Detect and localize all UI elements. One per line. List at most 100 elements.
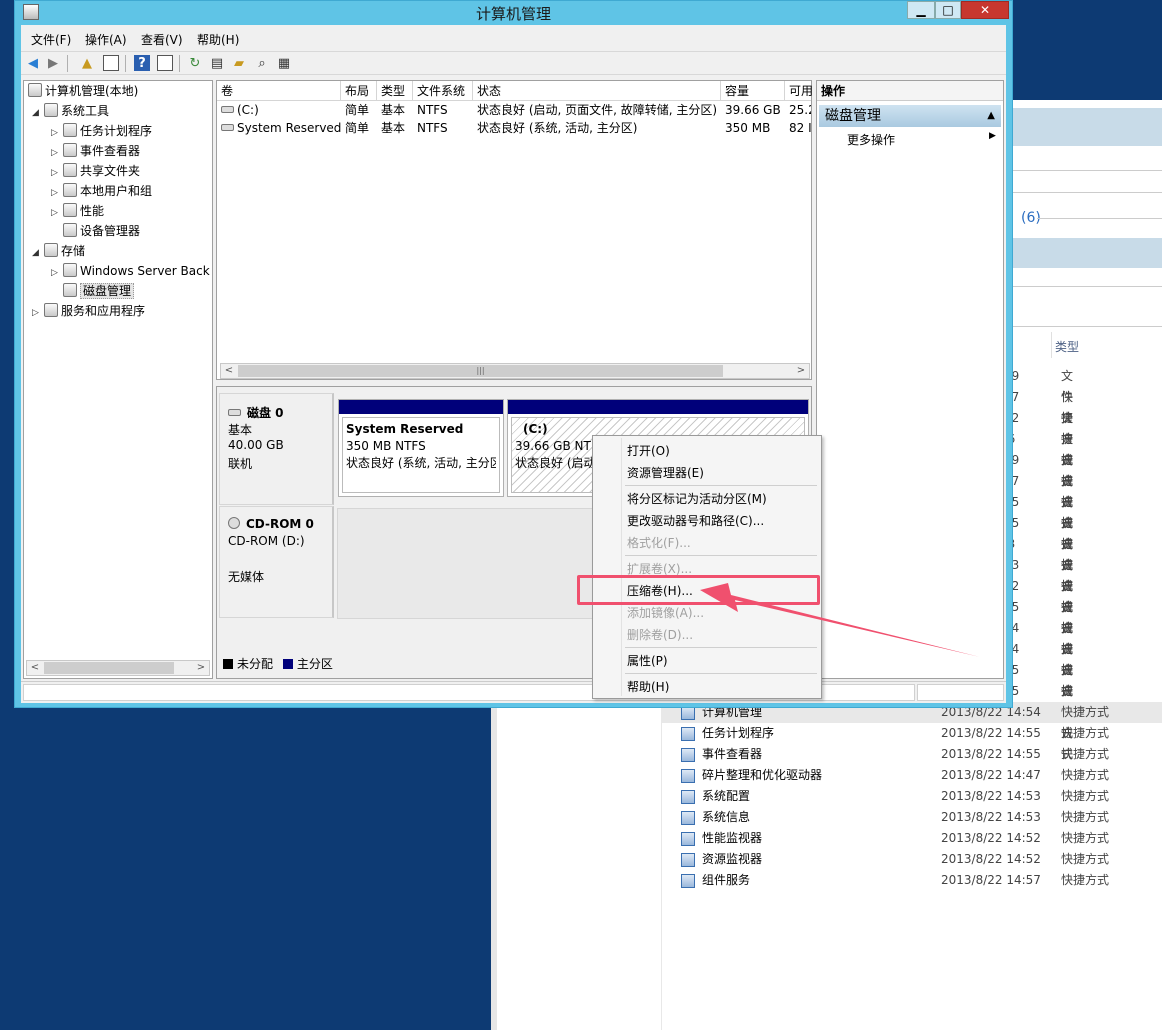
search-icon[interactable]: ⌕ [254,55,270,71]
menu-item-change-drive-letter[interactable]: 更改驱动器号和路径(C)... [627,512,764,529]
menu-file[interactable]: 文件(F) [31,31,71,48]
tree-item-root[interactable]: 计算机管理(本地) [28,81,138,101]
tree-item-local-users[interactable]: ▷ 本地用户和组 [51,181,152,201]
column-header-free[interactable]: 可用 [785,81,813,101]
scroll-left-icon[interactable]: < [27,661,43,675]
collapse-caret-icon[interactable]: ▲ [987,105,995,127]
expand-icon[interactable]: ▷ [51,263,63,283]
menu-item-open[interactable]: 打开(O) [627,442,670,459]
item-type: 快捷方式 [1061,789,1110,803]
list-item[interactable]: 系统信息 2013/8/22 14:53 快捷方式 [662,807,1162,828]
menu-item-explore[interactable]: 资源管理器(E) [627,464,704,481]
window-title: 计算机管理 [475,5,551,23]
tree-item-device-manager[interactable]: 设备管理器 [63,221,140,241]
volume-list-header: 卷 布局 类型 文件系统 状态 容量 可用 [217,81,813,101]
table-row[interactable]: (C:) 简单 基本 NTFS 状态良好 (启动, 页面文件, 故障转储, 主分… [217,101,811,119]
list-item[interactable]: 事件查看器 2013/8/22 14:55 快捷方式 [662,744,1162,765]
partition-system-reserved[interactable]: System Reserved 350 MB NTFS 状态良好 (系统, 活动… [338,399,504,497]
show-hide-tree-icon[interactable] [103,55,119,71]
column-header-type[interactable]: 类型 [1055,338,1079,355]
cdrom-label[interactable]: CD-ROM 0 CD-ROM (D:) 无媒体 [219,506,334,618]
tree-item-disk-management[interactable]: 磁盘管理 [63,281,135,301]
scroll-left-icon[interactable]: < [221,364,237,378]
expand-icon[interactable]: ▷ [51,203,63,223]
expand-icon[interactable]: ▷ [51,143,63,163]
column-header-volume[interactable]: 卷 [217,81,341,101]
menu-item-help[interactable]: 帮助(H) [627,678,669,695]
navigation-tree: 计算机管理(本地) ◢ 系统工具 ▷ 任务计划程序 ▷ 事件查看器 ▷ 共享文件夹 ▷ 本… [23,80,213,679]
item-type: 快捷方式 [1061,768,1110,782]
partition-name: System Reserved [346,422,464,436]
menu-help[interactable]: 帮助(H) [197,31,239,48]
open-folder-icon[interactable]: ▰ [231,55,247,71]
menu-item-mark-active[interactable]: 将分区标记为活动分区(M) [627,490,767,507]
help-icon[interactable]: ? [134,55,150,71]
refresh-icon[interactable]: ↻ [187,55,203,71]
bg-header-band [1013,238,1162,268]
collapse-icon[interactable]: ◢ [32,103,44,123]
tree-item-storage[interactable]: ◢ 存储 [32,241,85,261]
bg-nav-pane [497,700,662,1030]
column-header-filesystem[interactable]: 文件系统 [413,81,473,101]
more-actions-link[interactable]: 更多操作 [847,131,895,148]
cdrom-media: 无媒体 [228,570,265,584]
disk-icon [228,409,241,416]
tree-item-shared-folders[interactable]: ▷ 共享文件夹 [51,161,140,181]
tree-horizontal-scrollbar[interactable]: < > [26,660,210,676]
tree-item-services-apps[interactable]: ▷ 服务和应用程序 [32,301,145,321]
scroll-right-icon[interactable]: > [793,364,809,378]
scroll-right-icon[interactable]: > [193,661,209,675]
properties-icon[interactable]: ▤ [209,55,225,71]
list-item[interactable]: 系统配置 2013/8/22 14:53 快捷方式 [662,786,1162,807]
list-item[interactable]: 组件服务 2013/8/22 14:57 快捷方式 [662,870,1162,891]
expand-icon[interactable]: ▷ [51,123,63,143]
column-header-status[interactable]: 状态 [473,81,721,101]
scroll-thumb[interactable]: ||| [238,365,723,377]
cell-free: 82 I [789,121,811,135]
back-icon[interactable]: ◀ [25,55,41,71]
expand-icon[interactable]: ▷ [32,303,44,323]
toolbar-separator [179,55,180,72]
expand-icon[interactable]: ▷ [51,163,63,183]
list-item[interactable]: 任务计划程序 2013/8/22 14:55 快捷方式 [662,723,1162,744]
show-hide-action-pane-icon[interactable] [157,55,173,71]
menu-view[interactable]: 查看(V) [141,31,183,48]
collapse-icon[interactable]: ◢ [32,243,44,263]
up-folder-icon[interactable]: ▲ [79,55,95,71]
clock-icon [63,123,77,137]
menu-item-properties[interactable]: 属性(P) [627,652,668,669]
item-date: 2013/8/22 14:55 [941,726,1041,740]
services-icon [44,303,58,317]
column-header-layout[interactable]: 布局 [341,81,377,101]
settings-icon[interactable]: ▦ [276,55,292,71]
shortcut-icon [681,853,695,867]
table-row[interactable]: System Reserved 简单 基本 NTFS 状态良好 (系统, 活动,… [217,119,811,137]
list-item[interactable]: 性能监视器 2013/8/22 14:52 快捷方式 [662,828,1162,849]
list-item[interactable]: 资源监视器 2013/8/22 14:52 快捷方式 [662,849,1162,870]
close-button[interactable]: ✕ [961,1,1009,19]
disk-state: 联机 [228,457,253,471]
menu-action[interactable]: 操作(A) [85,31,127,48]
actions-section-header[interactable]: 磁盘管理 ▲ [819,105,1001,127]
forward-icon[interactable]: ▶ [45,55,61,71]
tree-item-performance[interactable]: ▷ 性能 [51,201,104,221]
tree-item-event-viewer[interactable]: ▷ 事件查看器 [51,141,140,161]
cdrom-drive: CD-ROM (D:) [228,534,305,548]
tree-item-windows-backup[interactable]: ▷ Windows Server Back [51,261,210,281]
list-item[interactable]: 碎片整理和优化驱动器 2013/8/22 14:47 快捷方式 [662,765,1162,786]
expand-icon[interactable]: ▷ [51,183,63,203]
minimize-button[interactable]: ▁ [907,1,935,19]
tree-item-system-tools[interactable]: ◢ 系统工具 [32,101,109,121]
divider [1037,218,1162,219]
maximize-button[interactable]: □ [935,1,961,19]
volume-horizontal-scrollbar[interactable]: < ||| > [220,363,810,379]
disk-0-label[interactable]: 磁盘 0 基本 40.00 GB 联机 [219,393,334,505]
column-header-type[interactable]: 类型 [377,81,413,101]
tools-icon [44,103,58,117]
tree-item-task-scheduler[interactable]: ▷ 任务计划程序 [51,121,152,141]
scroll-thumb[interactable] [44,662,174,674]
menu-item-format: 格式化(F)... [627,536,691,550]
title-bar[interactable]: 计算机管理 ▁ □ ✕ [15,1,1012,25]
cell-status: 状态良好 (系统, 活动, 主分区) [477,121,638,135]
column-header-capacity[interactable]: 容量 [721,81,785,101]
